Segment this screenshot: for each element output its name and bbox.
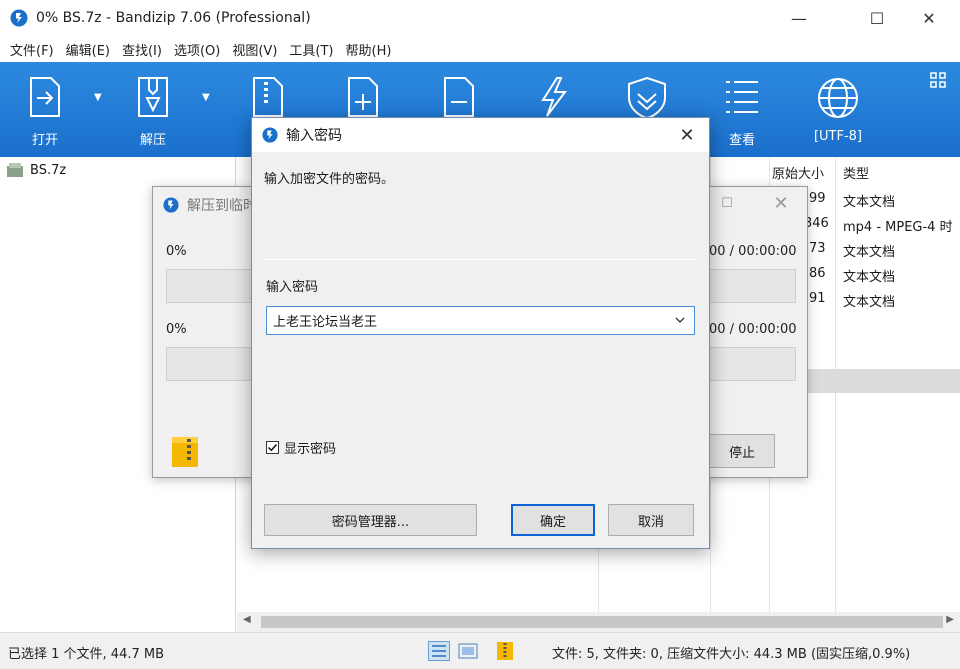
cancel-button[interactable]: 取消: [608, 504, 694, 536]
status-bar: 已选择 1 个文件, 44.7 MB 文件: 5, 文件夹: 0, 压缩文件大小…: [0, 632, 960, 669]
checkbox-box[interactable]: [266, 441, 279, 454]
menu-bar: 文件(F) 编辑(E) 查找(I) 选项(O) 视图(V) 工具(T) 帮助(H…: [0, 36, 960, 62]
open-dropdown-icon[interactable]: ▼: [94, 92, 102, 103]
grid-menu-icon[interactable]: [930, 72, 946, 88]
progress-time-1: 00 / 00:00:00: [709, 244, 797, 259]
menu-edit[interactable]: 编辑(E): [60, 40, 116, 59]
progress-percent-1: 0%: [166, 244, 187, 259]
cell-size: 91: [809, 291, 826, 306]
open-icon: [30, 77, 60, 117]
scroll-right-icon[interactable]: ▶: [946, 614, 954, 625]
window-title: 0% BS.7z - Bandizip 7.06 (Professional): [36, 10, 311, 26]
selection-status: 已选择 1 个文件, 44.7 MB: [8, 647, 165, 662]
archive-folder-icon: [172, 437, 198, 467]
archive-folder-icon[interactable]: [496, 641, 514, 661]
cell-type: 文本文档: [843, 270, 896, 285]
globe-icon: [818, 78, 858, 118]
archive-file-icon: [7, 163, 23, 177]
progress-maximize-button[interactable]: ☐: [709, 189, 745, 217]
progress-time-2: 00 / 00:00:00: [709, 322, 797, 337]
lightning-icon: [541, 77, 567, 117]
thumbnail-view-icon[interactable]: [458, 641, 478, 661]
horizontal-scrollbar[interactable]: ◀ ▶: [237, 612, 960, 632]
extract-dropdown-icon[interactable]: ▼: [202, 92, 210, 103]
cell-type: mp4 - MPEG-4 时: [843, 220, 953, 235]
progress-close-button[interactable]: ✕: [763, 189, 799, 217]
extract-label: 解压: [139, 133, 166, 148]
cell-size: 99: [809, 191, 826, 206]
progress-percent-2: 0%: [166, 322, 187, 337]
chevron-down-icon[interactable]: [670, 310, 690, 330]
view-label: 查看: [728, 133, 755, 148]
bandizip-logo-icon: [163, 197, 179, 213]
extract-icon: [138, 77, 168, 117]
password-input-value: 上老王论坛当老王: [273, 315, 378, 330]
menu-file[interactable]: 文件(F): [4, 40, 60, 59]
minimize-button[interactable]: —: [776, 0, 822, 36]
cell-type: 文本文档: [843, 295, 896, 310]
password-dialog-title: 输入密码: [286, 128, 342, 144]
cell-type: 文本文档: [843, 245, 896, 260]
scrollbar-thumb[interactable]: [261, 616, 943, 628]
scroll-left-icon[interactable]: ◀: [243, 614, 251, 625]
menu-tools[interactable]: 工具(T): [283, 40, 339, 59]
password-input[interactable]: 上老王论坛当老王: [266, 306, 695, 335]
details-view-icon[interactable]: [428, 641, 450, 661]
progress-title-text: 解压到临时: [187, 198, 257, 214]
encoding-button[interactable]: [UTF-8]: [808, 62, 868, 157]
close-window-button[interactable]: ✕: [906, 0, 952, 36]
menu-find[interactable]: 查找(I): [116, 40, 168, 59]
tree-root-label: BS.7z: [30, 162, 67, 178]
encoding-label: [UTF-8]: [813, 129, 863, 144]
tree-root-node[interactable]: BS.7z: [0, 157, 235, 183]
shield-icon: [628, 76, 666, 120]
list-view-icon: [726, 81, 758, 113]
password-description: 输入加密文件的密码。: [264, 172, 395, 187]
column-header-size[interactable]: 原始大小: [772, 157, 824, 187]
ok-button[interactable]: 确定: [511, 504, 595, 536]
menu-help[interactable]: 帮助(H): [340, 40, 398, 59]
menu-options[interactable]: 选项(O): [168, 40, 226, 59]
column-header-type[interactable]: 类型: [843, 157, 869, 187]
archive-icon: [253, 77, 283, 117]
show-password-checkbox[interactable]: 显示密码: [266, 438, 336, 457]
title-bar: 0% BS.7z - Bandizip 7.06 (Professional) …: [0, 0, 960, 36]
show-password-label: 显示密码: [284, 442, 337, 457]
open-label: 打开: [31, 133, 58, 148]
password-input-label: 输入密码: [266, 280, 319, 295]
menu-view[interactable]: 视图(V): [226, 40, 283, 59]
view-button[interactable]: 查看: [717, 62, 767, 157]
cell-size: 73: [809, 241, 826, 256]
extract-button[interactable]: 解压: [128, 62, 178, 157]
cell-type: 文本文档: [843, 195, 896, 210]
dialog-close-button[interactable]: ✕: [673, 122, 701, 148]
cell-size: 86: [809, 266, 826, 281]
password-dialog: 输入密码 ✕ 输入加密文件的密码。 输入密码 上老王论坛当老王 显示密码 密码管…: [251, 117, 710, 549]
archive-info-status: 文件: 5, 文件夹: 0, 压缩文件大小: 44.3 MB (固实压缩,0.9…: [552, 647, 911, 662]
open-button[interactable]: 打开: [20, 62, 70, 157]
delete-file-icon: [444, 77, 474, 117]
bandizip-logo-icon: [10, 9, 28, 27]
password-manager-button[interactable]: 密码管理器...: [264, 504, 477, 536]
bandizip-logo-icon: [262, 127, 278, 143]
password-dialog-titlebar: 输入密码 ✕: [252, 118, 709, 152]
maximize-button[interactable]: ☐: [854, 0, 900, 36]
divider: [264, 259, 698, 260]
add-file-icon: [348, 77, 378, 117]
stop-button[interactable]: 停止: [709, 434, 775, 468]
progress-title: 解压到临时: [163, 195, 257, 215]
